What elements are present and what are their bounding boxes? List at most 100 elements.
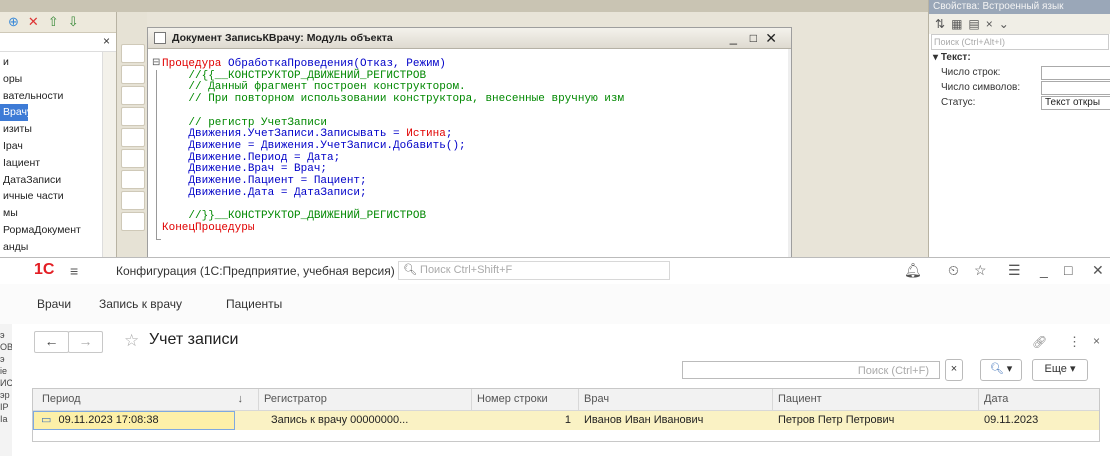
cut-label: эр: [0, 390, 10, 400]
module-tab[interactable]: [121, 149, 145, 168]
link-icon[interactable]: 🔗︎: [1032, 335, 1047, 349]
enterprise-window: ІЭ К ИЯ э ОВ э іе ИС эр ІР Іа 1С ≡ Конфи…: [0, 257, 1110, 456]
cell-line-number[interactable]: 1: [472, 411, 579, 430]
tree-item-selected[interactable]: Врачу: [0, 104, 32, 122]
column-header-registrar[interactable]: Регистратор: [259, 389, 472, 410]
forward-button[interactable]: →: [68, 331, 103, 353]
search-row: Поиск (Ctrl+F) × 🔍︎ ▾ Еще ▾: [0, 359, 1110, 387]
designer-tab-strip: [117, 12, 147, 257]
code-token: Движение.Пациент = Пациент;: [162, 175, 367, 187]
collapse-icon[interactable]: ⊟: [152, 59, 160, 69]
code-token: // регистр УчетЗаписи: [162, 116, 328, 129]
sort-icon[interactable]: ⇅: [935, 17, 945, 31]
tree-item[interactable]: ДатаЗаписи: [0, 172, 116, 189]
code-line: Движение.Врач = Врач;: [162, 164, 327, 175]
close-icon[interactable]: ✕: [1092, 262, 1104, 279]
property-value[interactable]: [1041, 81, 1110, 95]
section-label: Текст:: [940, 52, 971, 63]
code-line: Движение.Дата = ДатаЗаписи;: [162, 187, 366, 199]
code-line: Процедура ОбработкаПроведения(Отказ, Реж…: [162, 59, 446, 70]
module-tab[interactable]: [121, 86, 145, 105]
module-tab[interactable]: [121, 65, 145, 84]
more-button[interactable]: Еще ▾: [1032, 359, 1088, 381]
module-tab[interactable]: [121, 128, 145, 147]
maximize-icon[interactable]: □: [1064, 262, 1072, 278]
close-icon[interactable]: ✕: [765, 30, 777, 47]
properties-panel: Свойства: Встроенный язык ⇅ ▦ ▤ × ⌄ Поис…: [928, 0, 1110, 257]
cell-period[interactable]: ▭ 09.11.2023 17:08:38: [33, 411, 259, 430]
tree-item[interactable]: мы: [0, 205, 116, 222]
cell-patient[interactable]: Петров Петр Петрович: [773, 411, 979, 430]
code-line: // Данный фрагмент построен конструкторо…: [162, 82, 465, 93]
module-tab[interactable]: [121, 212, 145, 231]
favorites-icon[interactable]: ☆: [974, 262, 987, 279]
property-label: Статус:: [941, 97, 976, 108]
cell-doctor[interactable]: Иванов Иван Иванович: [579, 411, 773, 430]
close-icon[interactable]: ×: [1093, 334, 1100, 348]
maximize-icon[interactable]: □: [750, 31, 757, 45]
code-line: Движения.УчетЗаписи.Записывать = Истина;: [162, 129, 452, 140]
delete-icon[interactable]: ✕: [28, 14, 39, 30]
move-down-icon[interactable]: ⇩: [68, 14, 79, 30]
module-tab[interactable]: [121, 44, 145, 63]
chevron-down-icon[interactable]: ⌄: [999, 17, 1009, 31]
move-up-icon[interactable]: ⇧: [48, 14, 59, 30]
close-icon[interactable]: ×: [103, 34, 110, 48]
tree-item[interactable]: изиты: [0, 121, 116, 138]
cell-date[interactable]: 09.11.2023: [979, 411, 1099, 430]
clear-search-button[interactable]: ×: [945, 359, 963, 381]
table-header: Период ↓ Регистратор Номер строки Врач П…: [33, 389, 1099, 411]
minimize-icon[interactable]: _: [730, 30, 737, 45]
editor-scrollbar[interactable]: [788, 49, 791, 257]
tree-item[interactable]: вательности: [0, 88, 116, 105]
property-value[interactable]: Текст откры: [1041, 96, 1110, 110]
tree-item[interactable]: ичные части: [0, 188, 116, 205]
property-value[interactable]: [1041, 66, 1110, 80]
menu-item-patients[interactable]: Пациенты: [226, 297, 282, 311]
code-line: КонецПроцедуры: [162, 222, 254, 234]
menu-item-doctors[interactable]: Врачи: [37, 297, 71, 311]
list-search-input[interactable]: Поиск (Ctrl+F): [682, 361, 940, 379]
menu-item-appointment[interactable]: Запись к врачу: [99, 297, 182, 311]
find-dropdown-arrow: ▾: [1006, 363, 1013, 375]
cell-registrar[interactable]: Запись к врачу 00000000...: [266, 411, 476, 430]
properties-search-input[interactable]: Поиск (Ctrl+Alt+I): [931, 34, 1109, 50]
tree-scrollbar[interactable]: [102, 52, 116, 257]
tree-item[interactable]: Іациент: [0, 155, 116, 172]
module-tab[interactable]: [121, 191, 145, 210]
minimize-icon[interactable]: _: [1040, 262, 1048, 278]
table-row[interactable]: ▭ 09.11.2023 17:08:38 Запись к врачу 000…: [33, 411, 1099, 430]
column-header-date[interactable]: Дата: [979, 389, 1099, 410]
history-icon[interactable]: ⏲: [948, 262, 959, 279]
property-row: Число строк:: [929, 65, 1110, 80]
code-editor[interactable]: ⊟ Процедура ОбработкаПроведения(Отказ, Р…: [148, 49, 791, 258]
record-icon: ▭: [41, 414, 52, 426]
tree-item[interactable]: Ірач: [0, 138, 116, 155]
module-tab[interactable]: [121, 170, 145, 189]
global-search-input[interactable]: 🔍︎ Поиск Ctrl+Shift+F: [398, 261, 670, 280]
pages-icon[interactable]: ▤: [968, 17, 979, 31]
column-header-patient[interactable]: Пациент: [773, 389, 979, 410]
code-line: // регистр УчетЗаписи: [162, 116, 328, 129]
tree-item[interactable]: и: [0, 54, 116, 71]
module-tab[interactable]: [121, 107, 145, 126]
column-header-doctor[interactable]: Врач: [579, 389, 773, 410]
back-button[interactable]: ←: [34, 331, 69, 353]
tree-item[interactable]: оры: [0, 71, 116, 88]
hamburger-menu-icon[interactable]: ≡: [70, 263, 78, 279]
close-icon[interactable]: ×: [986, 17, 993, 31]
add-icon[interactable]: ⊕: [8, 14, 19, 30]
column-label: Период: [42, 393, 81, 405]
notifications-icon[interactable]: 🔔︎: [904, 262, 922, 279]
more-options-icon[interactable]: ⋮: [1068, 334, 1081, 350]
sort-arrow-icon: ↓: [237, 393, 244, 405]
tree-search-input[interactable]: ×: [0, 33, 116, 52]
tree-item[interactable]: анды: [0, 239, 116, 256]
tree-item[interactable]: РормаДокумент: [0, 222, 116, 239]
settings-menu-icon[interactable]: ☰: [1008, 262, 1021, 279]
column-header-period[interactable]: Период ↓: [33, 389, 259, 410]
categories-icon[interactable]: ▦: [951, 17, 962, 31]
star-icon[interactable]: ☆: [124, 331, 139, 351]
find-button[interactable]: 🔍︎ ▾: [980, 359, 1022, 381]
column-header-line-number[interactable]: Номер строки: [472, 389, 579, 410]
